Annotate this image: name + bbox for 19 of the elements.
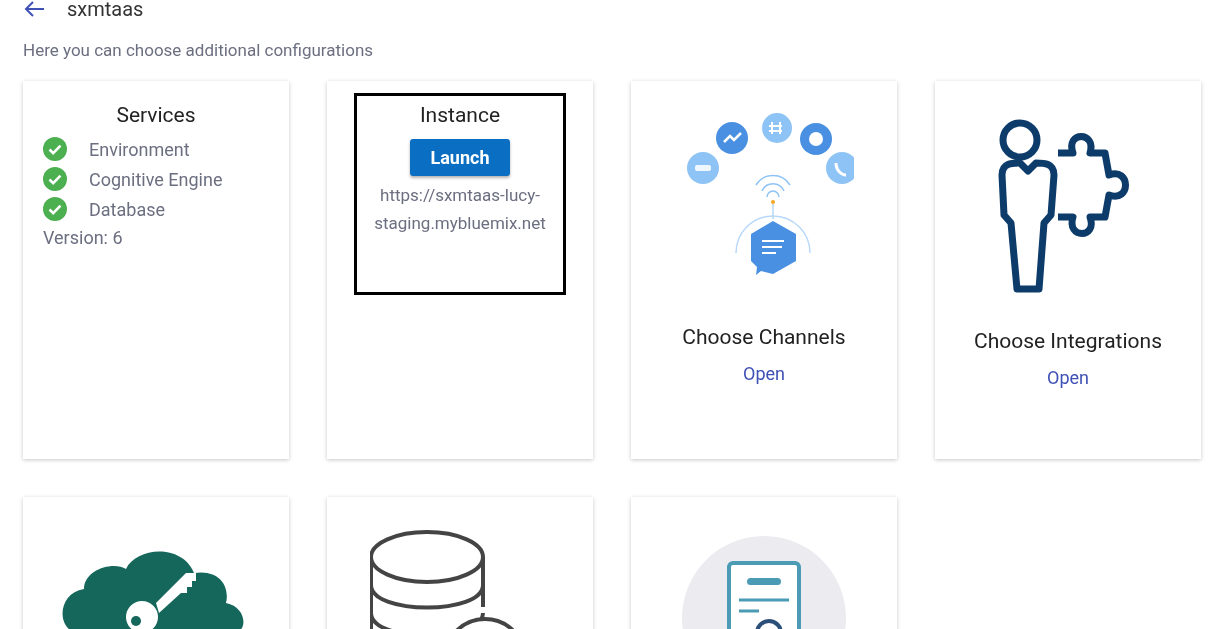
service-name: Database: [89, 198, 166, 220]
page-subtitle: Here you can choose additional configurations: [23, 40, 375, 60]
page-title: sxmtaas: [67, 0, 144, 21]
open-link[interactable]: Open: [743, 363, 785, 384]
version-text: Version: 6: [43, 227, 124, 248]
instance-url: https://sxmtaas-lucy-staging.mybluemix.net: [373, 184, 547, 235]
card-title: Choose Channels: [682, 325, 846, 349]
card-title: Instance: [419, 103, 501, 127]
back-arrow-icon: [23, 0, 45, 18]
launch-button[interactable]: Launch: [410, 139, 510, 176]
check-icon: [43, 137, 67, 161]
check-icon: [43, 197, 67, 221]
service-name: Cognitive Engine: [89, 168, 223, 190]
card-title: Choose Integrations: [974, 329, 1162, 353]
service-name: Environment: [89, 138, 190, 160]
card-title: Services: [116, 103, 196, 127]
back-button[interactable]: [23, 0, 45, 18]
check-icon: [43, 167, 67, 191]
open-link[interactable]: Open: [1047, 367, 1089, 388]
